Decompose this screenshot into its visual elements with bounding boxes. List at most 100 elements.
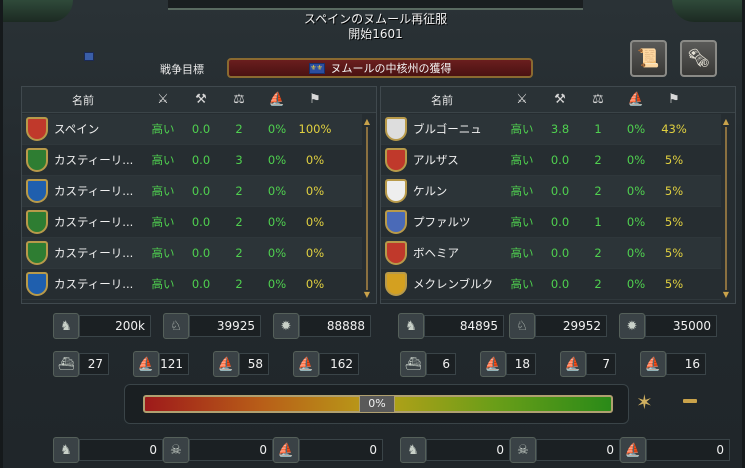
participant-stat-e: 0% — [305, 184, 325, 198]
participant-stat-d: 0% — [267, 122, 287, 136]
participant-row[interactable]: ブルゴーニュ 高い 3.8 1 0% 43% — [381, 114, 721, 145]
participant-row[interactable]: カスティーリ... 高い 0.0 2 0% 0% — [22, 207, 362, 238]
participant-stat-d: 0% — [626, 153, 646, 167]
participant-stat-d: 0% — [267, 246, 287, 260]
attacker-header: 名前 ⚔ ⚒ ⚖ ⛵ ⚑ — [22, 87, 376, 113]
column-swords-icon[interactable]: ⚔ — [144, 92, 182, 107]
infantry-icon: ♞ — [53, 313, 79, 339]
crossed-swords-icon[interactable]: ✶ — [636, 390, 653, 414]
participant-stat-e: 100% — [298, 122, 332, 136]
defender-panel: 名前 ⚔ ⚒ ⚖ ⛵ ⚑ ブルゴーニュ 高い 3.8 1 0% 43% アルザス 高い 0.0 2… — [380, 86, 736, 304]
country-shield-icon[interactable] — [385, 241, 407, 265]
war-goal-bar[interactable]: ⚜⚜ ヌムールの中核州の獲得 — [227, 58, 533, 78]
parchment-icon: 🗞 — [687, 48, 710, 69]
country-shield-icon[interactable] — [385, 148, 407, 172]
participant-row[interactable]: ボヘミア 高い 0.0 2 0% 5% — [381, 238, 721, 269]
scroll-icon: 📜 — [637, 48, 660, 69]
participant-stat-a: 高い — [510, 153, 534, 167]
participant-row[interactable]: アルザス 高い 0.0 2 0% 5% — [381, 145, 721, 176]
participant-row[interactable]: ケルン 高い 0.0 2 0% 5% — [381, 176, 721, 207]
war-goal-label: 戦争目標 — [160, 63, 204, 76]
heavy-ship-icon: ⛴ — [53, 351, 79, 377]
participant-stat-e: 0% — [305, 215, 325, 229]
participant-stat-a: 高い — [510, 215, 534, 229]
participant-stat-b: 0.0 — [550, 215, 570, 229]
column-scale-icon[interactable]: ⚖ — [579, 92, 617, 107]
country-shield-icon[interactable] — [26, 272, 48, 296]
fleur-de-lis-flag-icon: ⚜⚜ — [308, 62, 325, 74]
participant-row[interactable]: プファルツ 高い 0.0 1 0% 5% — [381, 207, 721, 238]
attacker-losses-3: ⛵ 0 — [273, 437, 383, 463]
defender-light-ships: ⛵ 18 — [480, 351, 536, 377]
participant-name: カスティーリ... — [54, 277, 134, 291]
cavalry-icon: ♘ — [163, 313, 189, 339]
participant-stat-e: 5% — [664, 277, 684, 291]
defender-transports: ⛵ 16 — [640, 351, 706, 377]
participant-stat-e: 0% — [305, 277, 325, 291]
participant-row[interactable]: カスティーリ... 高い 0.0 2 0% 0% — [22, 176, 362, 207]
peace-offer-button[interactable]: 📜 — [630, 40, 667, 77]
column-participation-icon[interactable]: ⚑ — [655, 92, 693, 107]
call-ally-button[interactable]: 🗞 — [680, 40, 717, 77]
scroll-down-icon[interactable]: ▼ — [362, 290, 372, 300]
scroll-down-icon[interactable]: ▼ — [721, 290, 731, 300]
column-swords-icon[interactable]: ⚔ — [503, 92, 541, 107]
country-shield-icon[interactable] — [385, 117, 407, 141]
attacker-light-ships: ⛵ 121 — [133, 351, 189, 377]
attacker-heavy-ships: ⛴ 27 — [53, 351, 109, 377]
participant-stat-a: 高い — [510, 184, 534, 198]
defender-cavalry: ♘ 29952 — [509, 313, 607, 339]
country-shield-icon[interactable] — [385, 272, 407, 296]
participant-row[interactable]: カスティーリ... 高い 0.0 2 0% 0% — [22, 238, 362, 269]
attacker-scrollbar[interactable]: ▲ ▼ — [362, 117, 372, 300]
participant-row[interactable]: カスティーリ... 高い 0.0 3 0% 0% — [22, 145, 362, 176]
attacker-panel: 名前 ⚔ ⚒ ⚖ ⛵ ⚑ スペイン 高い 0.0 2 0% 100% カスティーリ... 高い… — [21, 86, 377, 304]
column-participation-icon[interactable]: ⚑ — [296, 92, 334, 107]
column-ship-icon[interactable]: ⛵ — [258, 92, 296, 107]
country-shield-icon[interactable] — [26, 241, 48, 265]
country-shield-icon[interactable] — [26, 210, 48, 234]
country-shield-icon[interactable] — [385, 210, 407, 234]
scroll-up-icon[interactable]: ▲ — [721, 117, 731, 127]
defender-scrollbar[interactable]: ▲ ▼ — [721, 117, 731, 300]
country-shield-icon[interactable] — [385, 179, 407, 203]
attacker-infantry: ♞ 200k — [53, 313, 151, 339]
participant-stat-b: 0.0 — [550, 184, 570, 198]
participant-stat-d: 0% — [626, 215, 646, 229]
participant-row[interactable]: スペイン 高い 0.0 2 0% 100% — [22, 114, 362, 145]
light-ship-icon: ⛵ — [480, 351, 506, 377]
defender-header: 名前 ⚔ ⚒ ⚖ ⛵ ⚑ — [381, 87, 735, 113]
war-goal-text: ヌムールの中核州の獲得 — [330, 62, 452, 75]
participant-row[interactable]: メクレンブルク 高い 0.0 2 0% 5% — [381, 269, 721, 300]
participant-row[interactable]: カスティーリ... 高い 0.0 2 0% 0% — [22, 269, 362, 300]
transport-icon: ⛵ — [640, 351, 666, 377]
flag-icon[interactable] — [84, 52, 94, 61]
participant-stat-b: 0.0 — [191, 246, 211, 260]
scroll-up-icon[interactable]: ▲ — [362, 117, 372, 127]
participant-stat-a: 高い — [151, 122, 175, 136]
participant-stat-a: 高い — [151, 277, 175, 291]
defender-infantry: ♞ 84895 — [398, 313, 504, 339]
participant-stat-d: 0% — [626, 277, 646, 291]
country-shield-icon[interactable] — [26, 148, 48, 172]
participant-stat-c: 2 — [235, 215, 243, 229]
country-shield-icon[interactable] — [26, 117, 48, 141]
participant-stat-c: 2 — [235, 122, 243, 136]
minus-icon[interactable] — [683, 399, 697, 403]
skull-icon: ☠ — [163, 437, 189, 463]
column-scale-icon[interactable]: ⚖ — [220, 92, 258, 107]
column-name: 名前 — [431, 93, 453, 107]
column-axes-icon[interactable]: ⚒ — [541, 92, 579, 107]
ship-loss-icon: ⛵ — [273, 437, 299, 463]
defender-galleys: ⛵ 7 — [560, 351, 616, 377]
participant-stat-e: 0% — [305, 153, 325, 167]
participant-stat-e: 43% — [661, 122, 687, 136]
attacker-cavalry: ♘ 39925 — [163, 313, 261, 339]
column-axes-icon[interactable]: ⚒ — [182, 92, 220, 107]
attacker-losses-1: ♞ 0 — [53, 437, 163, 463]
column-ship-icon[interactable]: ⛵ — [617, 92, 655, 107]
participant-stat-b: 0.0 — [191, 215, 211, 229]
column-name: 名前 — [72, 93, 94, 107]
country-shield-icon[interactable] — [26, 179, 48, 203]
participant-name: アルザス — [413, 153, 459, 167]
